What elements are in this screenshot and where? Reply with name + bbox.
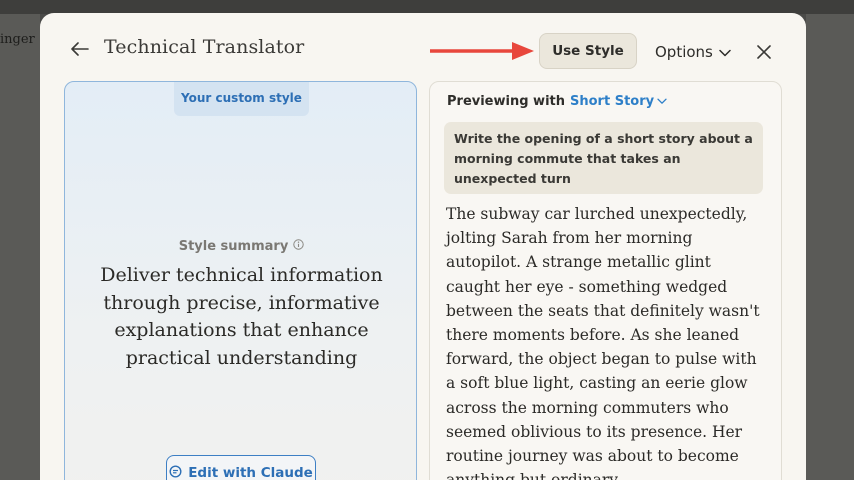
background-text: inger — [0, 32, 35, 47]
custom-style-panel: Your custom style Style summary Deliver … — [64, 81, 417, 480]
edit-with-claude-button[interactable]: Edit with Claude — [166, 455, 316, 480]
style-summary-label: Style summary — [178, 239, 289, 254]
options-label: Options — [655, 43, 713, 61]
style-summary-heading: Style summary — [65, 239, 416, 254]
close-icon[interactable] — [753, 41, 775, 63]
options-dropdown[interactable]: Options — [655, 41, 731, 63]
style-summary-text: Deliver technical information through pr… — [100, 264, 383, 369]
preview-header: Previewing with Short Story — [447, 94, 667, 109]
background-top-bar — [0, 0, 854, 14]
use-style-button[interactable]: Use Style — [539, 33, 637, 69]
background-right-strip — [806, 14, 854, 480]
preview-style-dropdown[interactable]: Short Story — [570, 94, 667, 109]
chevron-down-icon — [657, 98, 667, 104]
edit-with-claude-label: Edit with Claude — [188, 465, 313, 480]
preview-style-label: Short Story — [570, 94, 655, 109]
custom-style-tag: Your custom style — [174, 82, 309, 116]
chevron-down-icon — [719, 43, 731, 61]
preview-panel: Previewing with Short Story Write the op… — [429, 81, 782, 480]
chat-bubble-icon — [169, 464, 182, 480]
style-modal: Technical Translator Use Style Options Y… — [40, 13, 806, 480]
modal-title: Technical Translator — [104, 36, 305, 58]
background-left-strip — [0, 14, 40, 480]
annotation-arrow-icon — [430, 42, 534, 60]
preview-prefix: Previewing with — [447, 94, 565, 109]
preview-story-text: The subway car lurched unexpectedly, jol… — [446, 205, 760, 480]
info-icon[interactable] — [293, 239, 304, 254]
back-arrow-icon[interactable] — [70, 39, 90, 59]
prompt-box: Write the opening of a short story about… — [444, 122, 763, 194]
